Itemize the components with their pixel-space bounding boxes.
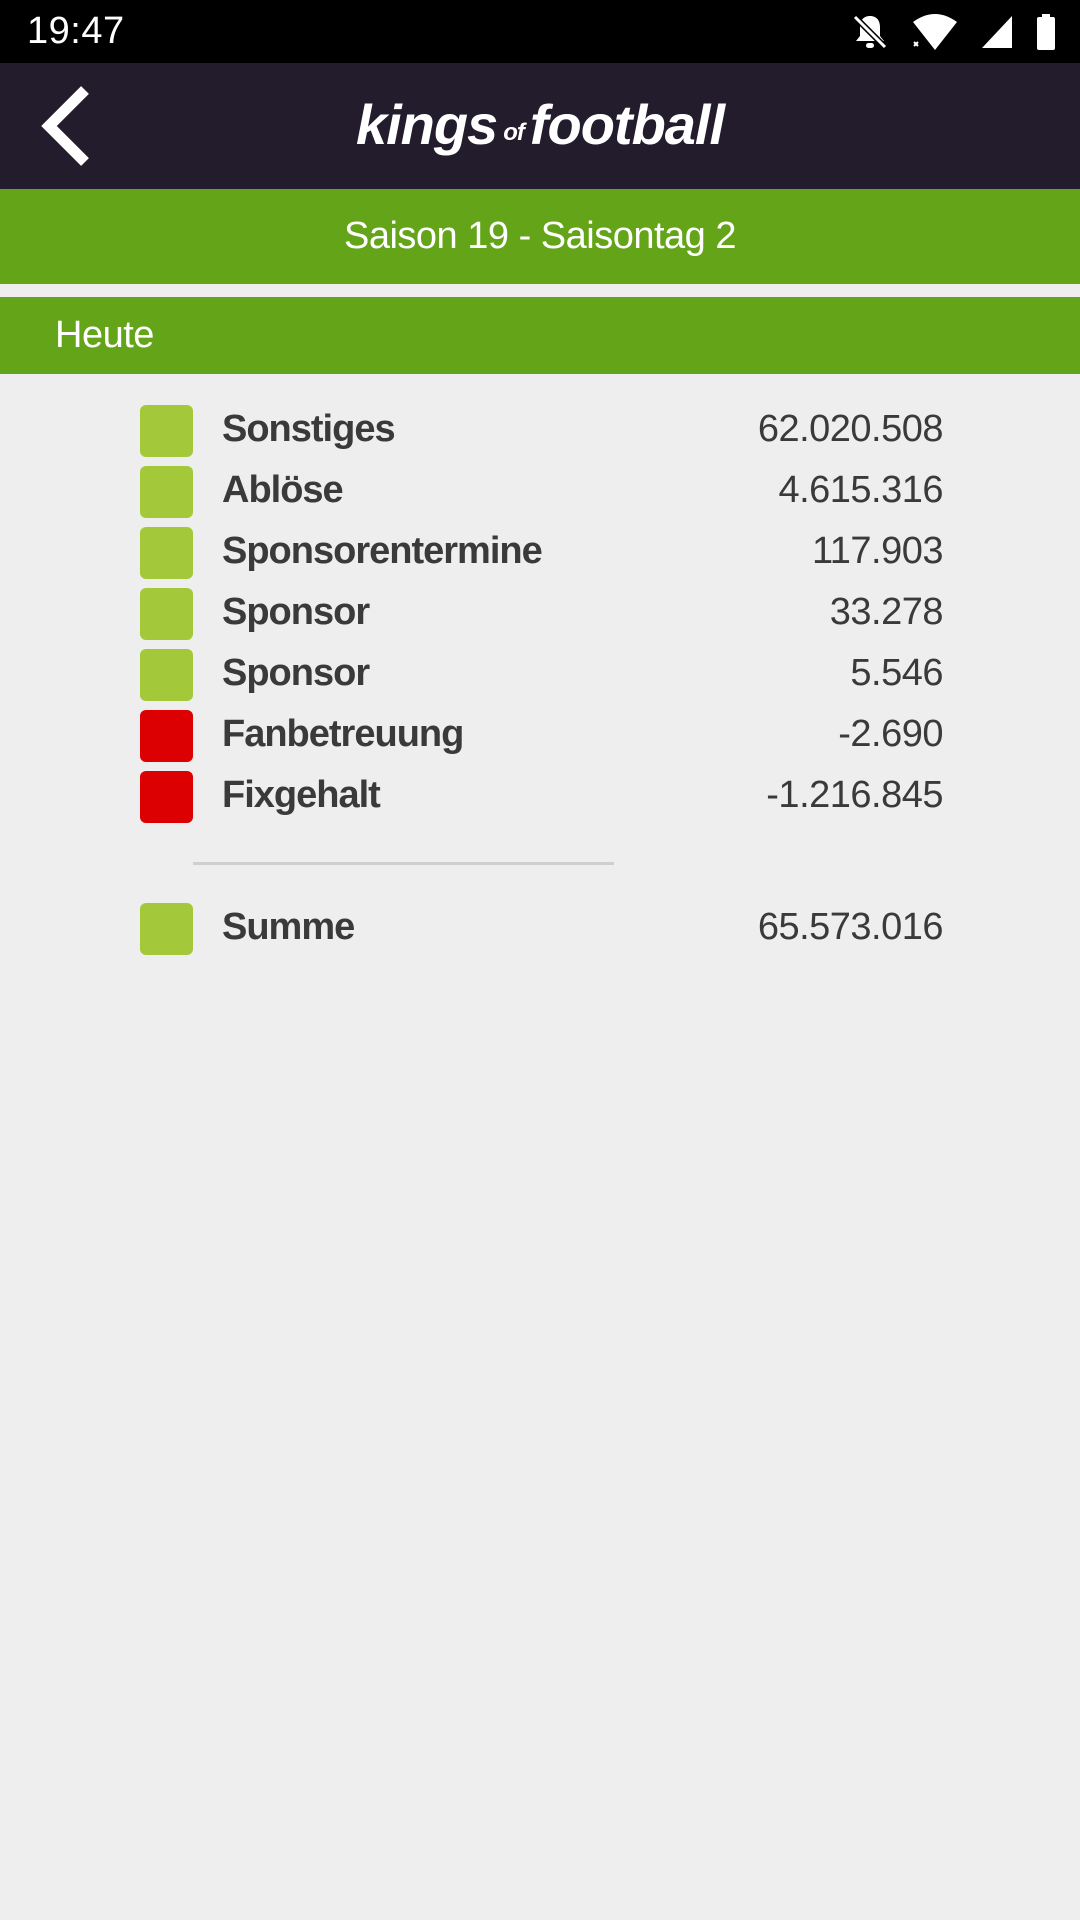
item-label: Sonstiges [222,408,396,450]
app-header: kings of football [0,63,1080,189]
item-value: 4.615.316 [778,469,943,511]
bell-off-icon [850,12,890,52]
app-logo: kings of football [0,93,1080,165]
list-item: Sponsor 33.278 [0,583,1080,644]
battery-icon [1036,12,1056,52]
wifi-icon [912,12,958,52]
list-item: Ablöse 4.615.316 [0,461,1080,522]
logo-text-football: football [529,93,725,156]
status-swatch [140,710,193,762]
logo-text-kings: kings [355,93,498,156]
status-icons [850,12,1056,52]
list-item: Sonstiges 62.020.508 [0,400,1080,461]
status-swatch [140,588,193,640]
item-value: 62.020.508 [757,408,944,450]
item-value: 33.278 [829,591,944,633]
section-header-today: Heute [0,297,1080,374]
logo-text-of: of [503,119,525,146]
item-value: 5.546 [850,652,943,694]
total-label: Summe [222,906,355,948]
season-title: Saison 19 - Saisontag 2 [0,189,1080,284]
item-label: Fixgehalt [222,774,381,816]
status-swatch [140,771,193,823]
item-value: 117.903 [811,530,944,572]
total-row: Summe 65.573.016 [0,898,1080,959]
signal-icon [980,12,1014,52]
sum-divider [193,862,614,865]
item-label: Sponsor [222,591,370,633]
list-item: Sponsorentermine 117.903 [0,522,1080,583]
item-value: -1.216.845 [766,774,943,816]
list-item: Fixgehalt -1.216.845 [0,766,1080,827]
item-label: Sponsor [222,652,370,694]
status-swatch [140,649,193,701]
status-bar: 19:47 [0,0,1080,63]
status-swatch [140,527,193,579]
status-swatch [140,466,193,518]
total-status-swatch [140,903,193,955]
item-label: Fanbetreuung [222,713,464,755]
list-item: Sponsor 5.546 [0,644,1080,705]
status-time: 19:47 [27,10,125,52]
item-label: Sponsorentermine [222,530,543,572]
total-value: 65.573.016 [757,906,944,948]
item-value: -2.690 [838,713,943,755]
item-label: Ablöse [222,469,344,511]
status-swatch [140,405,193,457]
list-item: Fanbetreuung -2.690 [0,705,1080,766]
